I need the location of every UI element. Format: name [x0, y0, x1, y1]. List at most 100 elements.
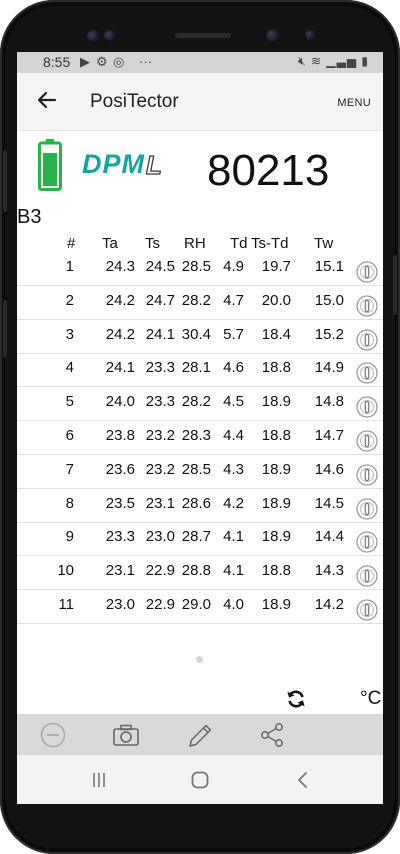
mute-icon: 🔇︎	[298, 54, 307, 68]
cell-index: 6	[65, 427, 74, 444]
info-icon[interactable]	[356, 329, 378, 351]
back-arrow-icon[interactable]	[35, 88, 59, 112]
status-right-icons: 🔇︎ ≋ ▁▃▅ ▮	[298, 54, 369, 69]
sync-icon[interactable]	[285, 688, 307, 710]
cell-ts: 23.3	[145, 359, 175, 376]
row-divider	[17, 555, 383, 556]
cell-ta: 23.3	[105, 528, 135, 545]
cell-tw: 15.0	[314, 292, 344, 309]
cell-ta: 23.6	[105, 461, 135, 478]
cell-rh: 28.6	[181, 495, 211, 512]
share-icon[interactable]	[258, 722, 286, 748]
cell-ts: 24.7	[145, 292, 175, 309]
cell-ts-td: 18.9	[261, 528, 291, 545]
screen: 8:55 ▶ ⚙ ◎ ··· 🔇︎ ≋ ▁▃▅ ▮ PosiTector MEN…	[17, 52, 383, 804]
battery-level-icon	[38, 139, 62, 191]
cell-index: 11	[58, 596, 74, 613]
row-divider	[17, 522, 383, 523]
bottom-toolbar	[17, 714, 383, 755]
row-divider	[17, 353, 383, 354]
menu-button[interactable]: MENU	[337, 97, 371, 109]
col-header-rh: RH	[184, 235, 206, 252]
cell-rh: 28.7	[181, 528, 211, 545]
back-icon[interactable]	[292, 769, 314, 791]
remove-icon[interactable]	[39, 722, 67, 748]
pencil-icon[interactable]	[186, 722, 214, 748]
cell-tw: 15.2	[314, 326, 344, 343]
info-icon[interactable]	[356, 295, 378, 317]
cell-ts-td: 18.9	[261, 393, 291, 410]
cell-ts: 22.9	[145, 562, 175, 579]
cell-ta: 24.0	[105, 393, 135, 410]
cell-td: 4.6	[223, 359, 244, 376]
info-icon[interactable]	[356, 362, 378, 384]
cell-ts: 23.2	[145, 461, 175, 478]
cell-tw: 14.7	[314, 427, 344, 444]
cell-td: 4.7	[223, 292, 244, 309]
cell-td: 4.4	[223, 427, 244, 444]
info-icon[interactable]	[356, 498, 378, 520]
cell-ts-td: 18.4	[261, 326, 291, 343]
cell-td: 4.9	[223, 258, 244, 275]
info-icon[interactable]	[356, 396, 378, 418]
cell-ts: 23.3	[145, 393, 175, 410]
info-icon[interactable]	[356, 599, 378, 621]
row-divider	[17, 488, 383, 489]
col-header-td: Td	[230, 235, 248, 252]
cell-ta: 23.1	[105, 562, 135, 579]
col-header-tw: Tw	[314, 235, 334, 252]
cell-ta: 24.2	[105, 292, 135, 309]
row-divider	[17, 319, 383, 320]
cell-td: 4.2	[223, 495, 244, 512]
top-bezel	[0, 0, 400, 52]
row-divider	[17, 386, 383, 387]
cell-ts-td: 18.9	[261, 596, 291, 613]
home-icon[interactable]	[189, 769, 211, 791]
cell-tw: 14.8	[314, 393, 344, 410]
dpm-logo-suffix: L	[145, 149, 162, 180]
unit-toggle[interactable]: °C	[360, 688, 381, 710]
play-icon: ▶	[80, 54, 90, 69]
camera-icon[interactable]	[112, 722, 140, 748]
phone-frame: 8:55 ▶ ⚙ ◎ ··· 🔇︎ ≋ ▁▃▅ ▮ PosiTector MEN…	[0, 0, 400, 854]
cell-ts: 23.1	[145, 495, 175, 512]
cell-td: 4.0	[223, 596, 244, 613]
sensor-icon	[104, 30, 115, 41]
volume-button	[3, 150, 7, 212]
cell-index: 1	[65, 258, 74, 275]
recents-icon[interactable]	[88, 769, 110, 791]
cell-rh: 30.4	[181, 326, 211, 343]
cell-ta: 24.3	[105, 258, 135, 275]
cell-index: 4	[65, 359, 74, 376]
col-header-ts: Ts	[145, 235, 160, 252]
col-header-ts-td: Ts-Td	[251, 235, 289, 252]
info-icon[interactable]	[356, 464, 378, 486]
info-icon[interactable]	[356, 531, 378, 553]
signal-icon: ▁▃▅	[326, 54, 358, 68]
bixby-button	[3, 300, 7, 358]
page-indicator[interactable]	[196, 656, 203, 663]
serial-number: 80213	[207, 146, 330, 195]
cell-ts: 23.2	[145, 427, 175, 444]
power-button	[393, 255, 397, 315]
cell-tw: 14.5	[314, 495, 344, 512]
info-icon[interactable]	[356, 565, 378, 587]
target-icon: ◎	[113, 54, 125, 69]
row-divider	[17, 285, 383, 286]
cell-td: 4.1	[223, 562, 244, 579]
cell-tw: 14.2	[314, 596, 344, 613]
sensor-icon	[87, 30, 99, 42]
cell-index: 7	[65, 461, 74, 478]
info-icon[interactable]	[356, 430, 378, 452]
cell-td: 4.3	[223, 461, 244, 478]
cell-rh: 29.0	[181, 596, 211, 613]
cell-rh: 28.5	[181, 258, 211, 275]
cell-ts: 22.9	[145, 596, 175, 613]
cell-ta: 24.1	[105, 359, 135, 376]
wifi-icon: ≋	[310, 54, 323, 68]
info-icon[interactable]	[356, 261, 378, 283]
col-header-ta: Ta	[102, 235, 118, 252]
cell-ts-td: 20.0	[261, 292, 291, 309]
cell-rh: 28.1	[181, 359, 211, 376]
settings-icon: ⚙	[96, 54, 108, 69]
